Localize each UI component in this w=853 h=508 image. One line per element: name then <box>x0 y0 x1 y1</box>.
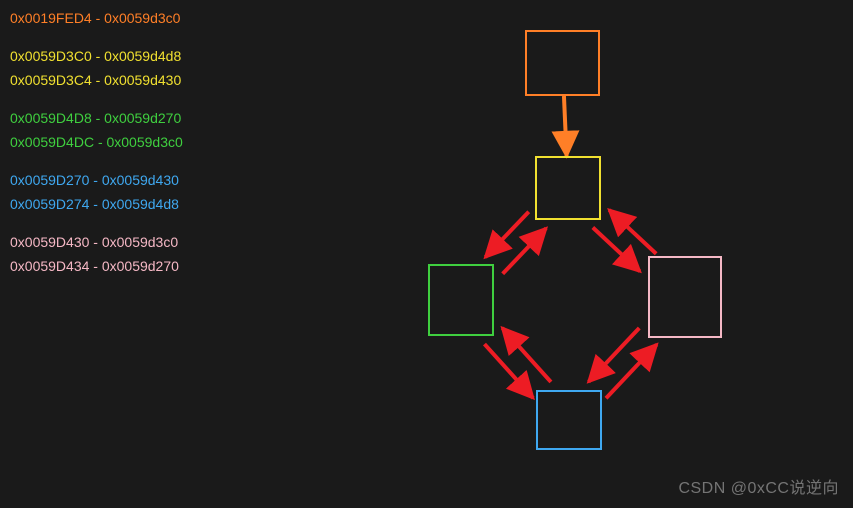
node-pink <box>648 256 722 338</box>
node-yellow <box>535 156 601 220</box>
edge-yellow-green <box>485 212 528 257</box>
node-orange <box>525 30 600 96</box>
watermark: CSDN @0xCC说逆向 <box>678 474 839 498</box>
node-green <box>428 264 494 336</box>
edge-orange-yellow <box>564 96 567 156</box>
edge-green-yellow <box>503 228 546 273</box>
graph-diagram <box>0 0 853 508</box>
edge-layer <box>484 96 656 398</box>
node-blue <box>536 390 602 450</box>
